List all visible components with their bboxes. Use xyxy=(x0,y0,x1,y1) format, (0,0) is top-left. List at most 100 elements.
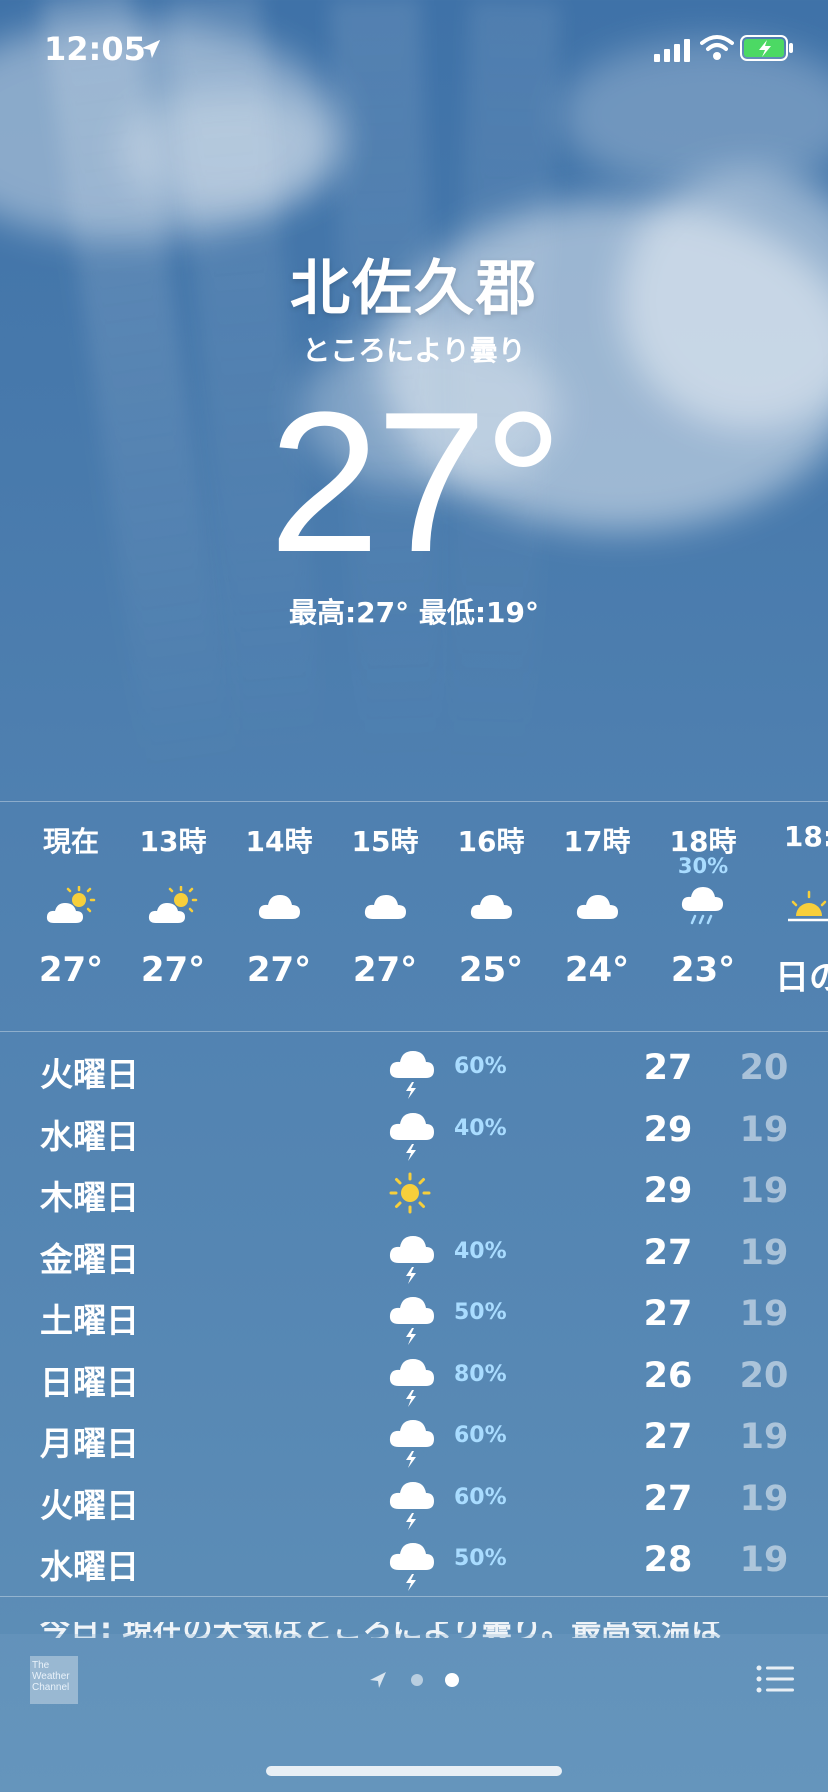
day-precipitation: 40% xyxy=(454,1238,507,1264)
hourly-item: 15時 27° xyxy=(332,802,438,990)
daily-row: 水曜日 40% 29 19 xyxy=(0,1102,828,1164)
hourly-item: 16時 25° xyxy=(438,802,544,990)
hourly-forecast[interactable]: 現在 27° 13時 27° 14時 27° 15時 27° 16時 25° 17時 24° 18時 30… xyxy=(0,802,828,1030)
day-name: 火曜日 xyxy=(40,1485,139,1525)
thunderstorm-icon xyxy=(388,1294,440,1346)
daily-row: 木曜日 29 19 xyxy=(0,1163,828,1225)
thunderstorm-icon xyxy=(388,1110,440,1162)
thunderstorm-icon xyxy=(388,1356,440,1408)
day-low: 19 xyxy=(739,1478,789,1519)
city-name: 北佐久郡 xyxy=(290,254,538,324)
hour-temperature: 27° xyxy=(352,950,418,990)
day-low: 19 xyxy=(739,1294,789,1334)
sunset-icon xyxy=(756,880,828,932)
day-precipitation: 40% xyxy=(454,1115,507,1141)
day-precipitation: 60% xyxy=(454,1423,507,1448)
weather-channel-logo[interactable]: The Weather Channel xyxy=(30,1656,78,1704)
current-weather: 北佐久郡 ところにより曇り 27° 最高:27° 最低:19° xyxy=(0,240,828,631)
hour-precipitation: 30% xyxy=(677,854,729,878)
daily-row: 水曜日 50% 28 19 xyxy=(0,1532,828,1594)
page-indicator[interactable] xyxy=(370,1668,470,1692)
partly-cloudy-icon xyxy=(18,880,124,932)
day-precipitation: 50% xyxy=(454,1300,507,1325)
high-low-temperature: 最高:27° 最低:19° xyxy=(288,596,540,629)
day-low: 20 xyxy=(739,1048,789,1088)
thunderstorm-icon xyxy=(388,1233,440,1285)
hourly-item: 14時 27° xyxy=(226,802,332,990)
sun-icon xyxy=(388,1171,440,1223)
rain-cloud-icon xyxy=(650,880,756,932)
day-low: 20 xyxy=(739,1355,789,1396)
daily-row: 火曜日 60% 27 19 xyxy=(0,1471,828,1533)
day-precipitation: 60% xyxy=(454,1054,507,1079)
hour-label: 16時 xyxy=(457,825,525,858)
day-high: 27 xyxy=(643,1478,693,1519)
daily-row: 金曜日 40% 27 19 xyxy=(0,1225,828,1287)
thunderstorm-icon xyxy=(388,1417,440,1469)
cloud-icon xyxy=(544,880,650,932)
day-name: 水曜日 xyxy=(40,1547,139,1586)
hourly-item: 13時 27° xyxy=(120,802,226,990)
battery-charging-icon xyxy=(740,35,793,61)
hourly-item: 18: 日の xyxy=(756,802,828,999)
hour-label: 18時 xyxy=(669,825,737,858)
hour-temperature: 24° xyxy=(564,950,630,990)
daily-forecast[interactable]: 火曜日 60% 27 20 水曜日 40% 29 19 木曜日 29 19 金曜日 40% 27 19 土曜日… xyxy=(0,1040,828,1594)
hourly-item: 現在 27° xyxy=(18,802,124,990)
hour-label: 現在 xyxy=(42,825,99,858)
day-name: 火曜日 xyxy=(40,1055,139,1094)
home-indicator[interactable] xyxy=(266,1766,562,1776)
day-high: 27 xyxy=(643,1232,693,1273)
thunderstorm-icon xyxy=(388,1540,440,1592)
hour-label: 18: xyxy=(783,820,828,853)
daily-row: 土曜日 50% 27 19 xyxy=(0,1286,828,1348)
status-time: 12:05 xyxy=(44,30,146,68)
hour-precipitation xyxy=(756,854,828,880)
location-arrow-icon xyxy=(141,39,161,59)
daily-row: 火曜日 60% 27 20 xyxy=(0,1040,828,1102)
day-low: 19 xyxy=(739,1232,789,1273)
page-dot-active xyxy=(445,1673,459,1687)
day-name: 土曜日 xyxy=(40,1301,139,1340)
day-precipitation: 50% xyxy=(454,1546,507,1571)
hour-label: 15時 xyxy=(351,825,419,858)
cloud-icon xyxy=(226,880,332,932)
daily-row: 月曜日 60% 27 19 xyxy=(0,1409,828,1471)
cloud-icon xyxy=(438,880,544,932)
cloud-icon xyxy=(332,880,438,932)
status-bar: 12:05 xyxy=(0,0,828,100)
cellular-signal-icon xyxy=(654,39,690,62)
day-name: 日曜日 xyxy=(40,1362,139,1402)
hour-temperature: 25° xyxy=(458,950,524,990)
day-low: 19 xyxy=(739,1109,789,1150)
hour-temperature: 27° xyxy=(38,950,104,990)
hour-temperature: 27° xyxy=(246,950,312,990)
hourly-item: 17時 24° xyxy=(544,802,650,990)
hour-label: 14時 xyxy=(245,825,313,858)
day-name: 月曜日 xyxy=(40,1424,139,1463)
day-high: 29 xyxy=(643,1171,693,1211)
wifi-icon xyxy=(700,35,734,60)
divider-bottom xyxy=(0,1596,828,1597)
partly-cloudy-icon xyxy=(120,880,226,932)
hourly-item: 18時 30% 23° xyxy=(650,802,756,990)
day-high: 27 xyxy=(643,1417,693,1457)
hour-label: 13時 xyxy=(139,825,207,858)
day-low: 19 xyxy=(739,1171,789,1211)
thunderstorm-icon xyxy=(388,1048,440,1100)
thunderstorm-icon xyxy=(388,1479,440,1531)
day-precipitation: 60% xyxy=(454,1484,507,1510)
day-high: 28 xyxy=(643,1540,693,1580)
day-precipitation: 80% xyxy=(454,1361,507,1387)
page-dot xyxy=(411,1674,423,1686)
city-list-icon[interactable] xyxy=(756,1664,794,1694)
condition-text: ところにより曇り xyxy=(302,334,526,367)
day-high: 27 xyxy=(643,1294,693,1334)
hour-temperature: 日の xyxy=(775,958,828,998)
day-low: 19 xyxy=(739,1417,789,1457)
hour-temperature: 23° xyxy=(670,950,736,990)
hour-temperature: 27° xyxy=(140,950,206,990)
day-high: 26 xyxy=(643,1355,693,1396)
day-name: 水曜日 xyxy=(40,1116,139,1156)
day-high: 27 xyxy=(643,1048,693,1088)
